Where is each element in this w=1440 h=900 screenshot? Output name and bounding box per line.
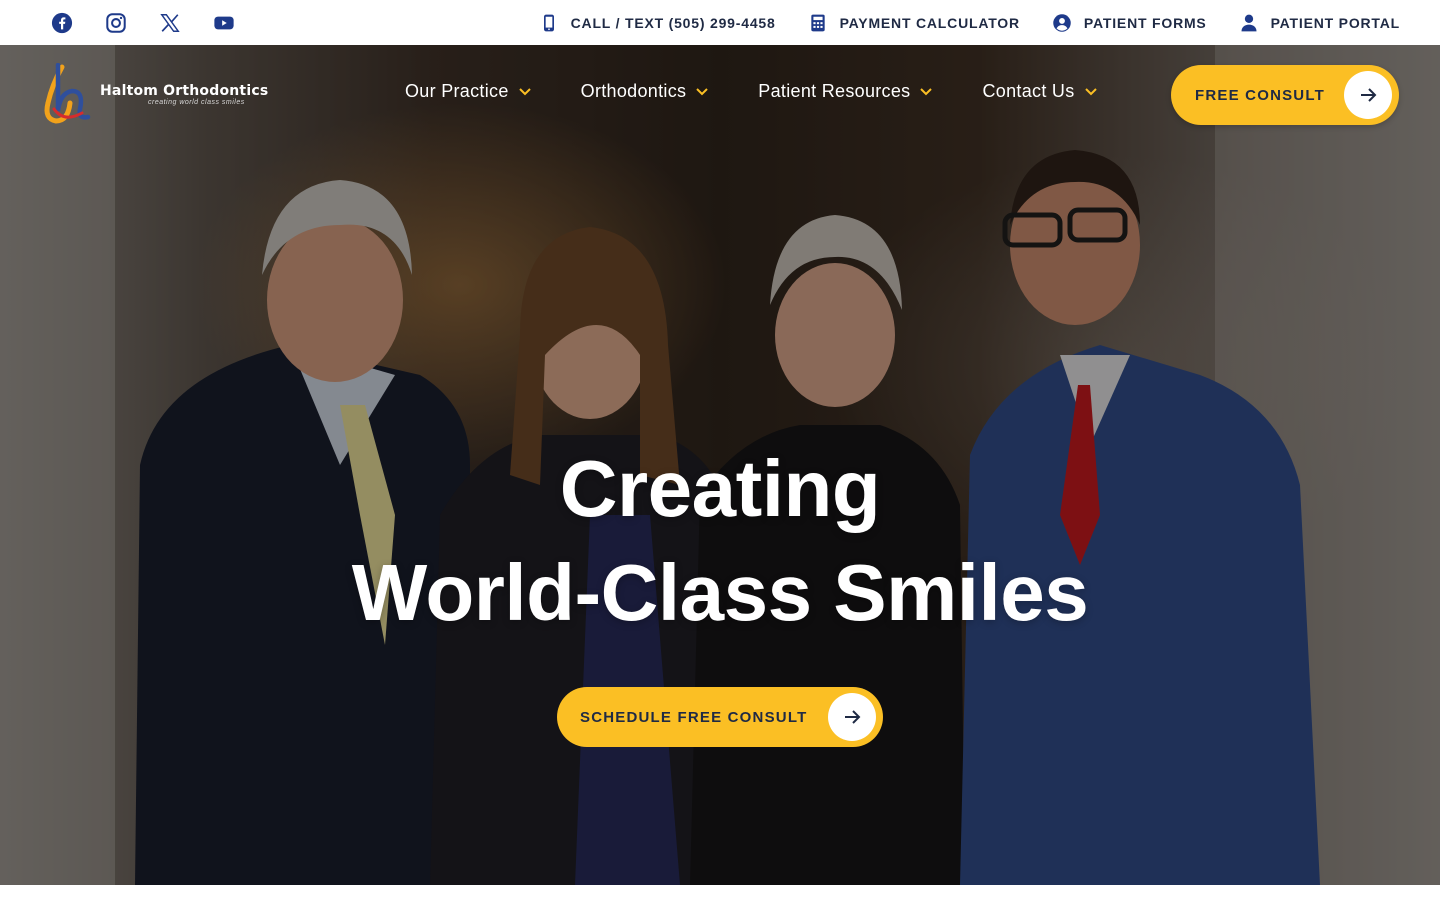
free-consult-label: FREE CONSULT xyxy=(1195,86,1325,104)
logo[interactable]: Haltom Orthodontics creating world class… xyxy=(40,63,268,125)
menu-contact-us[interactable]: Contact Us xyxy=(982,81,1097,102)
menu-label: Our Practice xyxy=(405,81,509,101)
menu-label: Patient Resources xyxy=(758,81,911,101)
headline-line-1: Creating xyxy=(559,444,881,533)
logo-mark-icon xyxy=(44,63,91,124)
phone-icon xyxy=(543,14,554,31)
instagram-icon[interactable] xyxy=(104,11,128,35)
main-header: Haltom Orthodontics creating world class… xyxy=(0,45,1440,145)
user-circle-icon xyxy=(1053,13,1071,32)
patient-forms-label: PATIENT FORMS xyxy=(1083,14,1207,31)
call-text-link[interactable]: CALL / TEXT (505) 299-4458 xyxy=(539,13,776,33)
menu-label: Contact Us xyxy=(982,81,1075,101)
social-links xyxy=(50,11,236,35)
menu-label: Orthodontics xyxy=(580,81,687,101)
hero-headline: Creating World-Class Smiles xyxy=(0,437,1440,645)
logo-name: Haltom Orthodontics xyxy=(100,82,269,99)
top-utility-bar: CALL / TEXT (505) 299-4458 PAYMENT CALCU… xyxy=(0,0,1440,45)
youtube-icon[interactable] xyxy=(212,11,236,35)
patient-forms-link[interactable]: PATIENT FORMS xyxy=(1052,13,1207,33)
utility-links: CALL / TEXT (505) 299-4458 PAYMENT CALCU… xyxy=(539,13,1400,33)
x-twitter-icon[interactable] xyxy=(158,11,182,35)
facebook-icon[interactable] xyxy=(50,11,74,35)
calculator-icon xyxy=(810,14,825,31)
free-consult-button[interactable]: FREE CONSULT xyxy=(1171,65,1399,125)
chevron-down-icon xyxy=(1084,87,1097,95)
chevron-down-icon xyxy=(696,87,709,95)
menu-patient-resources[interactable]: Patient Resources xyxy=(758,81,933,102)
arrow-right-icon xyxy=(1344,71,1392,119)
call-text-label: CALL / TEXT (505) 299-4458 xyxy=(570,14,776,31)
patient-portal-label: PATIENT PORTAL xyxy=(1270,14,1400,31)
menu-our-practice[interactable]: Our Practice xyxy=(405,81,531,102)
main-menu: Our Practice Orthodontics Patient Resour… xyxy=(405,81,1097,102)
payment-calculator-link[interactable]: PAYMENT CALCULATOR xyxy=(808,13,1020,33)
menu-orthodontics[interactable]: Orthodontics xyxy=(581,81,709,102)
logo-tagline: creating world class smiles xyxy=(148,98,245,106)
payment-calculator-label: PAYMENT CALCULATOR xyxy=(839,14,1020,31)
chevron-down-icon xyxy=(920,87,933,95)
chevron-down-icon xyxy=(518,87,531,95)
schedule-free-consult-button[interactable]: SCHEDULE FREE CONSULT xyxy=(557,687,883,747)
schedule-free-consult-label: SCHEDULE FREE CONSULT xyxy=(580,708,808,726)
patient-portal-link[interactable]: PATIENT PORTAL xyxy=(1239,13,1400,33)
page-bottom-strip xyxy=(0,885,1440,900)
headline-line-2: World-Class Smiles xyxy=(351,548,1089,637)
user-icon xyxy=(1241,14,1257,31)
arrow-right-icon xyxy=(828,693,876,741)
hero-section: Haltom Orthodontics creating world class… xyxy=(0,45,1440,885)
